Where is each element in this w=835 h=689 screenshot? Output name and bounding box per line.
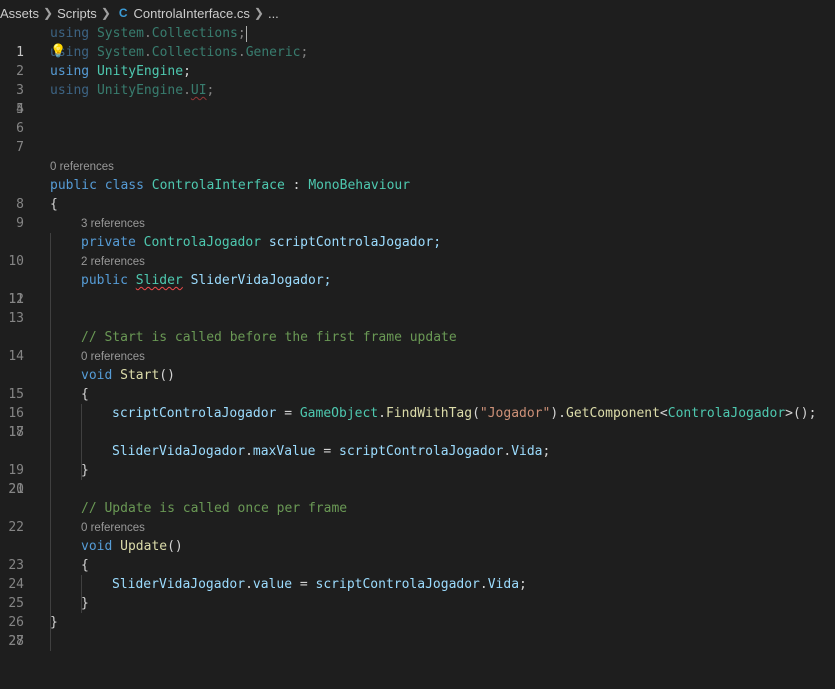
code-editor[interactable]: 1 using System.Collections; 2 using Syst… — [0, 24, 835, 651]
code-line[interactable]: 19 SliderVidaJogador.maxValue = scriptCo… — [0, 442, 835, 478]
code-line[interactable]: 8 public class ControlaInterface : MonoB… — [0, 176, 835, 212]
code-line[interactable]: 12 — [0, 290, 835, 309]
code-line[interactable]: 11 public Slider SliderVidaJogador; — [0, 271, 835, 307]
chevron-right-icon: ❯ — [43, 6, 54, 20]
code-line[interactable]: 25 SliderVidaJogador.value = scriptContr… — [0, 575, 835, 611]
line-number: 13 — [8, 311, 24, 326]
lightbulb-icon[interactable]: 💡 — [50, 42, 66, 61]
breadcrumb-file[interactable]: ControlaInterface.cs — [134, 6, 250, 21]
breadcrumb: Assets ❯ Scripts ❯ C ControlaInterface.c… — [0, 0, 835, 26]
line-number: 28 — [8, 634, 24, 649]
code-line[interactable]: 2 using System.Collections.Generic; 💡 — [0, 42, 835, 79]
code-line[interactable]: 10 private ControlaJogador scriptControl… — [0, 233, 835, 269]
code-line[interactable]: 16 { — [0, 385, 835, 421]
code-line[interactable]: 18 — [0, 423, 835, 442]
code-line[interactable]: 23 void Update() — [0, 537, 835, 573]
line-number: 7 — [16, 140, 24, 155]
code-line[interactable]: 20 } — [0, 461, 835, 497]
code-line[interactable]: 17 scriptControlaJogador = GameObject.Fi… — [0, 404, 835, 440]
line-number: 12 — [8, 292, 24, 307]
code-line[interactable]: 4 using UnityEngine.UI; — [0, 81, 835, 117]
code-line[interactable]: 1 using System.Collections; — [0, 24, 835, 60]
codelens-references[interactable]: 3 references — [0, 214, 835, 233]
line-number: 21 — [8, 482, 24, 497]
code-line[interactable]: 26 } — [0, 594, 835, 630]
codelens-references[interactable]: 0 references — [0, 157, 835, 176]
codelens-references[interactable]: 0 references — [0, 347, 835, 366]
line-number: 18 — [8, 425, 24, 440]
code-line[interactable]: 5 — [0, 100, 835, 119]
code-line[interactable]: 21 — [0, 480, 835, 499]
code-line[interactable]: 9 { — [0, 195, 835, 231]
line-number: 5 — [16, 102, 24, 117]
code-line[interactable]: 27 } — [0, 613, 835, 649]
code-line[interactable]: 24 { — [0, 556, 835, 592]
breadcrumb-more[interactable]: ... — [268, 6, 279, 21]
code-line[interactable]: 6 — [0, 119, 835, 138]
codelens-references[interactable]: 2 references — [0, 252, 835, 271]
code-line[interactable]: 7 — [0, 138, 835, 157]
chevron-right-icon: ❯ — [253, 6, 264, 20]
code-line[interactable]: 15 void Start() — [0, 366, 835, 402]
code-line[interactable]: 13 — [0, 309, 835, 328]
code-line[interactable]: 28 — [0, 632, 835, 651]
code-line[interactable]: 14 // Start is called before the first f… — [0, 328, 835, 364]
breadcrumb-assets[interactable]: Assets — [0, 6, 39, 21]
chevron-right-icon: ❯ — [100, 6, 111, 20]
code-line[interactable]: 22 // Update is called once per frame — [0, 499, 835, 535]
csharp-file-icon: C — [118, 6, 128, 20]
codelens-references[interactable]: 0 references — [0, 518, 835, 537]
code-line[interactable]: 3 using UnityEngine; — [0, 62, 835, 98]
line-number: 6 — [16, 121, 24, 136]
breadcrumb-scripts[interactable]: Scripts — [57, 6, 97, 21]
